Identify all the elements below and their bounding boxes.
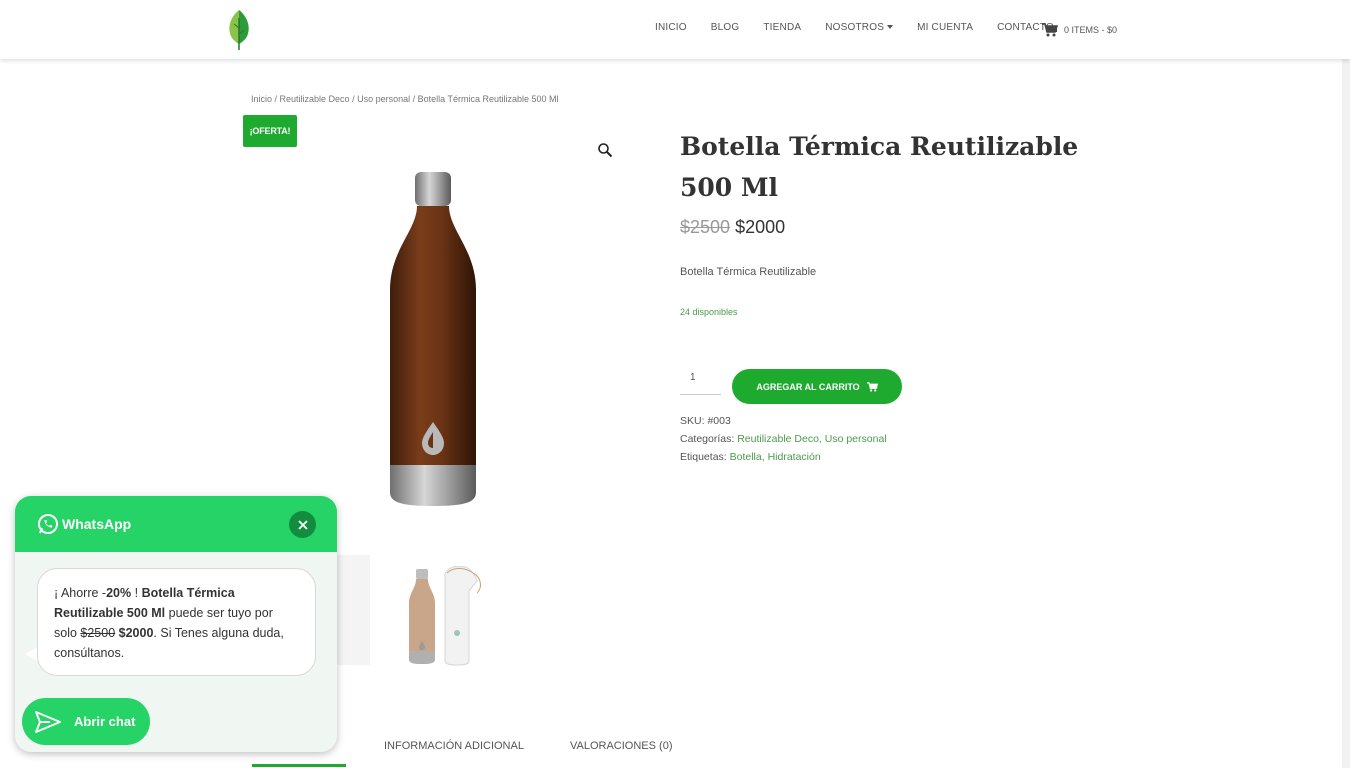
page-scrollbar[interactable] bbox=[1342, 0, 1350, 768]
sku-label: SKU: bbox=[680, 415, 705, 427]
product-image-main[interactable] bbox=[388, 170, 478, 510]
shopping-cart-icon bbox=[1042, 23, 1058, 37]
nav-item-tienda[interactable]: TIENDA bbox=[763, 22, 801, 33]
main-nav: INICIO BLOG TIENDA NOSOTROS MI CUENTA CO… bbox=[655, 22, 1078, 33]
nav-item-mi-cuenta[interactable]: MI CUENTA bbox=[917, 22, 973, 33]
open-chat-label: Abrir chat bbox=[74, 714, 136, 729]
price-new: $2000 bbox=[735, 217, 786, 237]
msg-prefix: ¡ Ahorre - bbox=[54, 586, 107, 600]
product-tags: Etiquetas: Botella, Hidratación bbox=[680, 451, 821, 463]
whatsapp-header: WhatsApp bbox=[15, 496, 337, 552]
breadcrumb-item-inicio[interactable]: Inicio bbox=[251, 94, 272, 104]
whatsapp-icon bbox=[38, 514, 58, 534]
open-chat-button[interactable]: Abrir chat bbox=[22, 698, 150, 745]
cart-summary: 0 ITEMS - $0 bbox=[1064, 25, 1118, 35]
caret-down-icon bbox=[887, 25, 894, 30]
sale-badge: ¡OFERTA! bbox=[243, 115, 297, 147]
whatsapp-message-bubble: ¡ Ahorre -20% ! Botella Térmica Reutiliz… bbox=[37, 568, 316, 676]
tab-informacion-adicional[interactable]: INFORMACIÓN ADICIONAL bbox=[384, 740, 524, 752]
cart-link[interactable]: 0 ITEMS - $0 bbox=[1042, 23, 1117, 37]
breadcrumb-item-uso-personal[interactable]: Uso personal bbox=[357, 94, 410, 104]
active-tab-indicator bbox=[252, 764, 346, 767]
breadcrumb: Inicio / Reutilizable Deco / Uso persona… bbox=[251, 94, 559, 104]
product-sku: SKU: #003 bbox=[680, 415, 731, 427]
product-categories: Categorías: Reutilizable Deco, Uso perso… bbox=[680, 433, 887, 445]
site-header: INICIO BLOG TIENDA NOSOTROS MI CUENTA CO… bbox=[0, 0, 1350, 59]
price-old: $2500 bbox=[680, 217, 731, 237]
send-icon bbox=[35, 710, 61, 733]
product-title: Botella Térmica Reutilizable 500 Ml bbox=[680, 132, 1079, 202]
leaf-logo-icon[interactable] bbox=[225, 8, 253, 50]
msg-discount: 20% bbox=[106, 586, 132, 600]
whatsapp-chat-widget: WhatsApp ¡ Ahorre -20% ! Botella Térmica… bbox=[15, 496, 337, 752]
product-short-description: Botella Térmica Reutilizable bbox=[680, 266, 817, 278]
add-to-cart-button[interactable]: AGREGAR AL CARRITO bbox=[732, 369, 902, 404]
breadcrumb-current: Botella Térmica Reutilizable 500 Ml bbox=[417, 94, 559, 104]
tab-valoraciones[interactable]: VALORACIONES (0) bbox=[570, 740, 673, 752]
categories-links[interactable]: Reutilizable Deco, Uso personal bbox=[737, 433, 886, 445]
product-price: $2500 $2000 bbox=[680, 217, 785, 238]
quantity-input[interactable]: 1 bbox=[680, 372, 721, 395]
close-icon bbox=[297, 519, 308, 530]
tags-label: Etiquetas: bbox=[680, 451, 727, 463]
nav-item-nosotros-label: NOSOTROS bbox=[825, 22, 885, 33]
tags-links[interactable]: Botella, Hidratación bbox=[730, 451, 821, 463]
stock-status: 24 disponibles bbox=[680, 307, 738, 317]
whatsapp-title: WhatsApp bbox=[62, 516, 132, 532]
msg-old-price: $2500 bbox=[80, 626, 116, 640]
categories-label: Categorías: bbox=[680, 433, 735, 445]
msg-mid1: ! bbox=[131, 586, 142, 600]
breadcrumb-separator: / bbox=[349, 94, 358, 104]
product-thumbnail-2[interactable] bbox=[403, 563, 488, 668]
msg-new-price: $2000 bbox=[118, 626, 154, 640]
breadcrumb-item-reutilizable-deco[interactable]: Reutilizable Deco bbox=[280, 94, 350, 104]
add-to-cart-label: AGREGAR AL CARRITO bbox=[756, 381, 860, 392]
nav-item-blog[interactable]: BLOG bbox=[711, 22, 740, 33]
sku-value: #003 bbox=[707, 415, 731, 427]
breadcrumb-separator: / bbox=[272, 94, 280, 104]
whatsapp-close-button[interactable] bbox=[289, 511, 316, 538]
magnifier-zoom-icon[interactable] bbox=[597, 142, 613, 158]
shopping-cart-icon bbox=[866, 381, 878, 392]
nav-item-nosotros[interactable]: NOSOTROS bbox=[825, 22, 894, 33]
nav-item-inicio[interactable]: INICIO bbox=[655, 22, 687, 33]
breadcrumb-separator: / bbox=[410, 94, 418, 104]
